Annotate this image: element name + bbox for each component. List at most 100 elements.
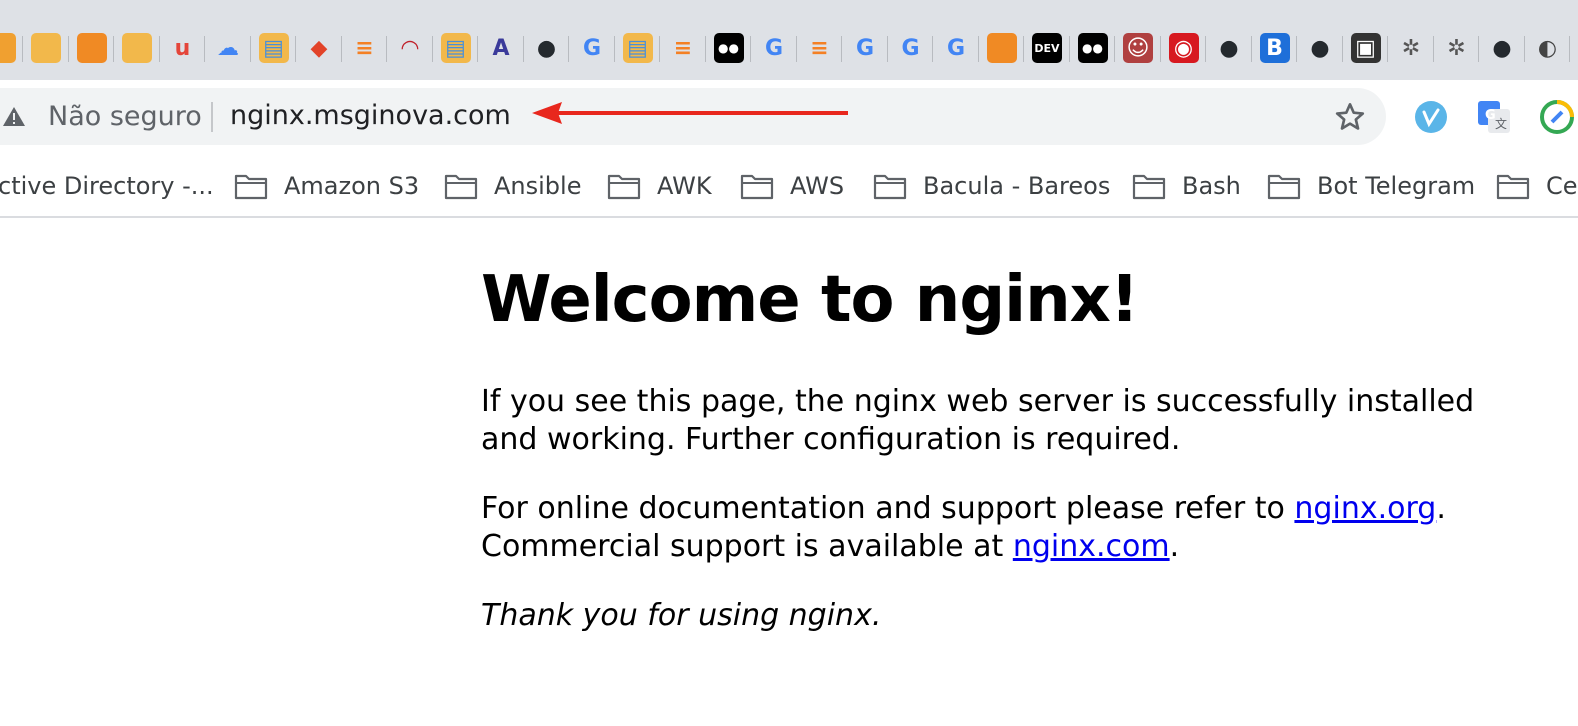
pinned-tab[interactable]: ▤ [251,20,296,76]
google-translate-extension-icon[interactable]: G 文 [1477,100,1511,134]
folder-icon [1132,174,1166,200]
amazon-box-icon [31,33,61,63]
warning-icon[interactable] [2,105,26,129]
bookmark-star-icon[interactable] [1334,101,1366,133]
omnibox-divider [211,102,213,132]
pinned-tab[interactable]: ▤ [433,20,478,76]
url-text[interactable]: nginx.msginova.com [230,99,511,133]
pinned-tab[interactable]: ◠ [388,20,433,76]
nginx-org-link[interactable]: nginx.org [1294,491,1436,526]
pinned-tab[interactable]: G [570,20,615,76]
folder-icon [234,174,268,200]
gitlab-icon: ◆ [310,35,328,61]
bookmark-folder[interactable]: ctive Directory -... [0,164,214,208]
pinned-tab[interactable]: ▣ [1343,20,1388,76]
docs-text: For online documentation and support ple… [481,491,1295,526]
pinned-tab[interactable]: ≡ [661,20,706,76]
folder-icon [607,174,641,200]
pinned-tab[interactable]: ● [1480,20,1525,76]
pinned-tab[interactable]: ✲ [1389,20,1434,76]
bookmark-folder[interactable]: Bacula - Bareos [873,164,1110,208]
pinned-tab[interactable]: ◐ [1525,20,1570,76]
pinned-tab[interactable]: u [160,20,205,76]
pinned-tab[interactable]: G [888,20,933,76]
amazon-box-icon [0,33,16,63]
pinned-tab[interactable]: ◆ [297,20,342,76]
bookmark-folder[interactable]: AWS [740,164,844,208]
pinned-tab[interactable]: DEV [1025,20,1070,76]
bookmark-folder[interactable]: Ansible [444,164,581,208]
pinned-tab[interactable]: G [934,20,979,76]
docs-period: . [1436,491,1446,526]
github-icon: ● [1219,35,1239,61]
security-status-label[interactable]: Não seguro [48,100,202,134]
pinned-tab[interactable] [24,20,69,76]
folder-icon [740,174,774,200]
trend-micro-icon: ◉ [1168,33,1199,63]
page-content: Welcome to nginx! If you see this page, … [481,240,1481,633]
pinned-tab[interactable] [115,20,160,76]
folder-icon [444,174,478,200]
vimeo-extension-icon[interactable] [1414,100,1448,134]
pinned-tab[interactable]: A [479,20,524,76]
bookmark-label: Ansible [494,172,582,200]
bookmark-folder[interactable]: Amazon S3 [234,164,419,208]
pinned-tab[interactable]: ✲ [1434,20,1479,76]
colorful-extension-icon[interactable] [1540,100,1574,134]
bookmark-folder[interactable]: AWK [607,164,712,208]
bookmark-label: ctive Directory -... [0,172,214,200]
pinned-tab[interactable]: ◉ [1161,20,1206,76]
commercial-period: . [1169,529,1180,564]
pinned-tab[interactable]: ▤ [615,20,660,76]
folder-icon [873,174,907,200]
intro-paragraph: If you see this page, the nginx web serv… [481,384,1475,457]
stackoverflow-icon: ≡ [673,35,693,61]
pinned-tab[interactable]: ●● [706,20,751,76]
pinned-tab[interactable]: G [843,20,888,76]
docs-paragraph: For online documentation and support ple… [481,490,1446,566]
bookmark-label: Ce [1546,172,1578,200]
pinned-tab[interactable]: ☺ [1116,20,1161,76]
pinned-tab[interactable]: B [1252,20,1297,76]
bookmark-folder[interactable]: Bot Telegram [1267,164,1475,208]
bookmark-folder[interactable]: Ce [1496,164,1578,208]
bookmark-label: Bacula - Bareos [923,172,1111,200]
udemy-icon: u [174,35,191,61]
nginx-com-link[interactable]: nginx.com [1013,529,1170,564]
pinned-tab[interactable]: ☁ [206,20,251,76]
pinned-tab[interactable] [0,20,23,76]
aws-cube-icon [76,33,107,63]
pinned-tab[interactable]: ≡ [342,20,387,76]
google-icon: G [764,35,784,61]
helm-icon: ✲ [1401,35,1421,61]
helm-icon: ✲ [1447,35,1466,61]
pinned-tab[interactable] [979,20,1024,76]
github-icon: ● [536,35,557,61]
avatar-icon: ☺ [1123,33,1153,63]
book-icon: ▤ [622,33,653,63]
thank-you-text: Thank you for using nginx. [481,598,882,633]
stackoverflow-icon: ≡ [355,35,374,61]
google-icon: G [855,35,875,61]
bookmarks-bar: ctive Directory -... Amazon S3 Ansible AWK A… [0,156,1578,218]
pinned-tab[interactable]: ≡ [797,20,842,76]
pinned-tab[interactable] [69,20,114,76]
stackoverflow-icon: ≡ [810,35,829,61]
github-icon: ● [1492,35,1512,61]
pinned-tab[interactable]: ● [1298,20,1343,76]
bootstrap-icon: B [1259,33,1290,63]
page-title: Welcome to nginx! [481,263,1139,337]
book-icon: ▤ [258,33,289,63]
pinned-tab[interactable]: ● [1207,20,1252,76]
pinned-tab[interactable]: ● [524,20,569,76]
globe-icon: ◐ [1537,35,1558,61]
pinned-tab[interactable]: G [752,20,797,76]
aws-cube-icon [986,33,1017,63]
folder-icon [1267,174,1301,200]
tab-strip: u ☁ ▤ ◆ ≡ ◠ ▤ A ● G ▤ ≡ ●● G ≡ G G G DEV ●● ☺ ◉ ● B ● ▣ ✲ ✲ ● ◐ [0,0,1578,88]
annotation-arrow [532,102,848,124]
google-icon: G [582,35,602,61]
bookmark-folder[interactable]: Bash [1132,164,1241,208]
amazon-box-icon [122,33,152,63]
pinned-tab[interactable]: ●● [1070,20,1115,76]
